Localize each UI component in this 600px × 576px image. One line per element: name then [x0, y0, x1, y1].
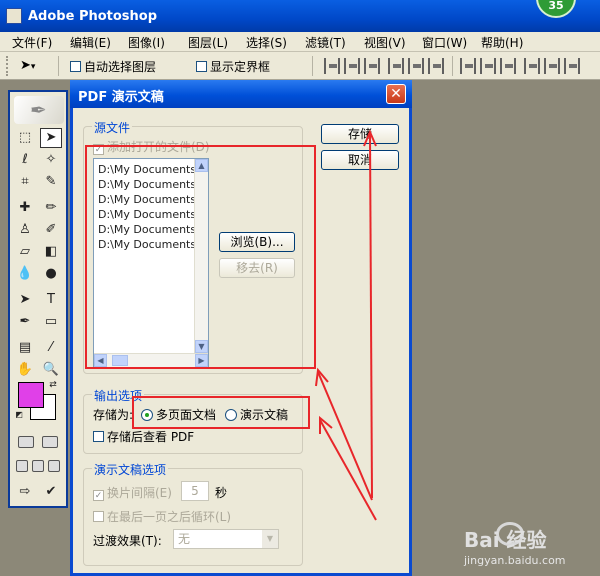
- show-bounding-box-checkbox[interactable]: [196, 61, 207, 72]
- menu-filter[interactable]: 滤镜(T): [305, 34, 346, 51]
- move-tool-preset-icon[interactable]: ➤▾: [20, 58, 35, 73]
- brush-tool-icon[interactable]: ✏: [40, 198, 62, 218]
- loop-after-last-option[interactable]: 在最后一页之后循环(L): [93, 508, 231, 525]
- app-title: Adobe Photoshop: [28, 9, 158, 24]
- baidu-jingyan-watermark: Bai 经验 jingyan.baidu.com: [460, 516, 600, 574]
- advance-seconds-input[interactable]: 5: [181, 481, 209, 501]
- default-colors-icon[interactable]: ◩: [14, 410, 24, 420]
- marquee-tool-icon[interactable]: ⬚: [14, 128, 36, 148]
- menu-image[interactable]: 图像(I): [128, 34, 165, 51]
- dialog-titlebar: PDF 演示文稿 ✕: [70, 80, 412, 108]
- photoshop-feather-logo[interactable]: [14, 96, 64, 124]
- align-top-icon[interactable]: [324, 58, 340, 74]
- dialog-title: PDF 演示文稿: [78, 90, 164, 105]
- auto-select-layer-checkbox[interactable]: [70, 61, 81, 72]
- transition-selected-value: 无: [178, 532, 191, 546]
- loop-after-last-checkbox[interactable]: [93, 511, 104, 522]
- align-left-icon[interactable]: [388, 58, 404, 74]
- distribute-vertical-center-icon[interactable]: [480, 58, 496, 74]
- shape-tool-icon[interactable]: ▭: [40, 312, 62, 332]
- source-files-group-title: 源文件: [92, 119, 133, 136]
- menu-file[interactable]: 文件(F): [12, 34, 52, 51]
- menu-edit[interactable]: 编辑(E): [70, 34, 111, 51]
- tool-options-bar: ➤▾ 自动选择图层 显示定界框: [0, 52, 600, 80]
- foreground-color-swatch[interactable]: [18, 382, 44, 408]
- eyedropper-tool-icon[interactable]: ⁄: [40, 338, 62, 358]
- transition-label: 过渡效果(T):: [93, 534, 162, 548]
- view-after-save-option[interactable]: 存储后查看 PDF: [93, 428, 194, 445]
- menu-window[interactable]: 窗口(W): [422, 34, 467, 51]
- dialog-close-button[interactable]: ✕: [386, 84, 406, 104]
- gradient-tool-icon[interactable]: ◧: [40, 242, 62, 262]
- clone-stamp-tool-icon[interactable]: ♙: [14, 220, 36, 240]
- zoom-tool-icon[interactable]: 🔍: [40, 360, 62, 380]
- distribute-left-icon[interactable]: [524, 58, 540, 74]
- magic-wand-tool-icon[interactable]: ✧: [40, 150, 62, 170]
- advance-every-option[interactable]: 换片间隔(E): [93, 484, 172, 501]
- swap-colors-icon[interactable]: ⇄: [46, 378, 60, 392]
- align-right-icon[interactable]: [428, 58, 444, 74]
- menubar: 文件(F) 编辑(E) 图像(I) 图层(L) 选择(S) 滤镜(T) 视图(V…: [0, 32, 600, 52]
- presentation-options-group-title: 演示文稿选项: [92, 461, 169, 478]
- transition-select[interactable]: 无 ▼: [173, 529, 279, 549]
- align-bottom-icon[interactable]: [364, 58, 380, 74]
- source-files-highlight: [85, 145, 316, 369]
- show-bounding-box-option[interactable]: 显示定界框: [196, 58, 270, 75]
- options-bar-grip[interactable]: [6, 56, 9, 76]
- distribute-bottom-icon[interactable]: [500, 58, 516, 74]
- toolbox-panel: ⬚ ➤ ℓ ✧ ⌗ ✎ ✚ ✏ ♙ ✐ ▱ ◧ 💧 ● ➤ T ✒ ▭ ▤ ⁄ …: [8, 90, 68, 508]
- pen-tool-icon[interactable]: ✒: [14, 312, 36, 332]
- save-as-label: 存储为:: [93, 408, 134, 422]
- move-tool-icon[interactable]: ➤: [40, 128, 62, 148]
- chevron-down-icon[interactable]: ▼: [262, 530, 278, 548]
- watermark-logo-text: Bai 经验: [464, 528, 547, 552]
- save-as-highlight: [132, 396, 310, 429]
- standard-mode-icon[interactable]: [18, 436, 34, 448]
- distribute-right-icon[interactable]: [564, 58, 580, 74]
- separator: [58, 56, 59, 76]
- menu-select[interactable]: 选择(S): [246, 34, 287, 51]
- distribute-top-icon[interactable]: [460, 58, 476, 74]
- advance-every-checkbox[interactable]: [93, 490, 104, 501]
- notes-tool-icon[interactable]: ▤: [14, 338, 36, 358]
- type-tool-icon[interactable]: T: [40, 290, 62, 310]
- eraser-tool-icon[interactable]: ▱: [14, 242, 36, 262]
- hand-tool-icon[interactable]: ✋: [14, 360, 36, 380]
- separator: [452, 56, 453, 76]
- menu-layer[interactable]: 图层(L): [188, 34, 228, 51]
- save-button[interactable]: 存储: [321, 124, 399, 144]
- distribute-horizontal-center-icon[interactable]: [544, 58, 560, 74]
- lasso-tool-icon[interactable]: ℓ: [14, 150, 36, 170]
- healing-brush-tool-icon[interactable]: ✚: [14, 198, 36, 218]
- screen-mode-full-menu-icon[interactable]: [32, 460, 44, 472]
- edit-in-imageready-icon[interactable]: ✔: [40, 482, 62, 502]
- app-titlebar: Adobe Photoshop: [0, 0, 600, 32]
- screen-mode-full-icon[interactable]: [48, 460, 60, 472]
- menu-view[interactable]: 视图(V): [364, 34, 406, 51]
- screen-mode-standard-icon[interactable]: [16, 460, 28, 472]
- menu-help[interactable]: 帮助(H): [481, 34, 523, 51]
- align-vertical-center-icon[interactable]: [344, 58, 360, 74]
- cancel-button[interactable]: 取消: [321, 150, 399, 170]
- view-after-save-checkbox[interactable]: [93, 431, 104, 442]
- separator: [312, 56, 313, 76]
- path-selection-tool-icon[interactable]: ➤: [14, 290, 36, 310]
- seconds-label: 秒: [215, 486, 228, 500]
- blur-tool-icon[interactable]: 💧: [14, 264, 36, 284]
- photoshop-app-icon: [6, 8, 22, 24]
- align-horizontal-center-icon[interactable]: [408, 58, 424, 74]
- quick-mask-mode-icon[interactable]: [42, 436, 58, 448]
- crop-tool-icon[interactable]: ⌗: [14, 172, 36, 192]
- dodge-tool-icon[interactable]: ●: [40, 264, 62, 284]
- watermark-url: jingyan.baidu.com: [464, 554, 566, 567]
- history-brush-tool-icon[interactable]: ✐: [40, 220, 62, 240]
- slice-tool-icon[interactable]: ✎: [40, 172, 62, 192]
- jump-to-imageready-icon[interactable]: ⇨: [14, 482, 36, 502]
- auto-select-layer-option[interactable]: 自动选择图层: [70, 58, 156, 75]
